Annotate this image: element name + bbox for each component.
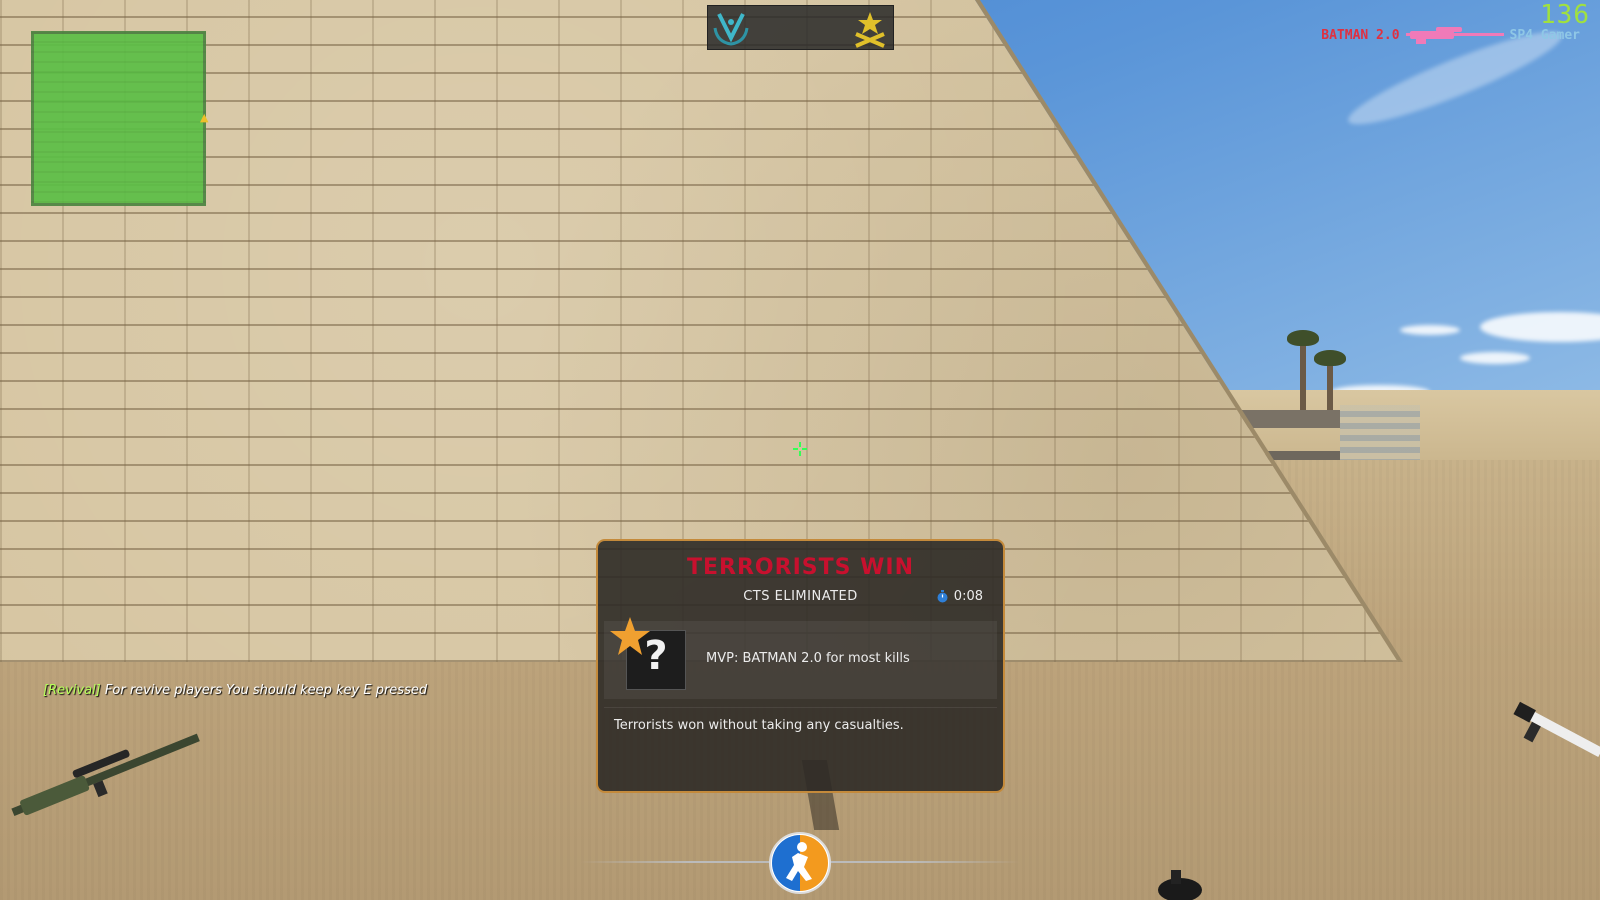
dropped-object (1158, 870, 1202, 900)
mvp-row: ? MVP: BATMAN 2.0 for most kills (604, 617, 997, 699)
dropped-rifle (1513, 701, 1600, 757)
t-emblem-icon (855, 12, 885, 48)
team-score-bar (707, 5, 894, 50)
dropped-sniper-rifle (11, 733, 200, 817)
bomb-marker-icon: ▲ (200, 111, 209, 124)
distant-structure (1340, 405, 1420, 465)
round-end-panel: TERRORISTS WIN CTS ELIMINATED 0:08 ? MVP… (596, 539, 1005, 793)
panel-divider (604, 707, 997, 708)
chat-tag: [Revival] (43, 683, 101, 698)
round-summary: Terrorists won without taking any casual… (614, 718, 904, 733)
mvp-text: MVP: BATMAN 2.0 for most kills (706, 651, 910, 666)
awp-rifle-icon (1405, 27, 1504, 44)
crosshair-icon (793, 442, 807, 456)
mvp-star-icon (610, 617, 650, 655)
stopwatch-icon (937, 590, 948, 603)
counter-strike-logo-icon (769, 832, 831, 894)
radar-minimap: ▲ (31, 31, 209, 206)
victim-name: SP4 Gamer (1509, 27, 1580, 43)
killer-name: BATMAN 2.0 (1321, 27, 1400, 43)
round-timer: 0:08 (936, 589, 983, 604)
chat-message: [Revival] For revive players You should … (43, 683, 427, 698)
chat-text: For revive players You should keep key E… (104, 683, 428, 698)
killfeed-entry: BATMAN 2.0 SP4 Gamer (1321, 24, 1580, 46)
round-winner-title: TERRORISTS WIN (687, 555, 914, 580)
ct-emblem-icon (713, 13, 749, 46)
round-time: 0:08 (953, 589, 983, 604)
distant-structure (1240, 410, 1340, 428)
